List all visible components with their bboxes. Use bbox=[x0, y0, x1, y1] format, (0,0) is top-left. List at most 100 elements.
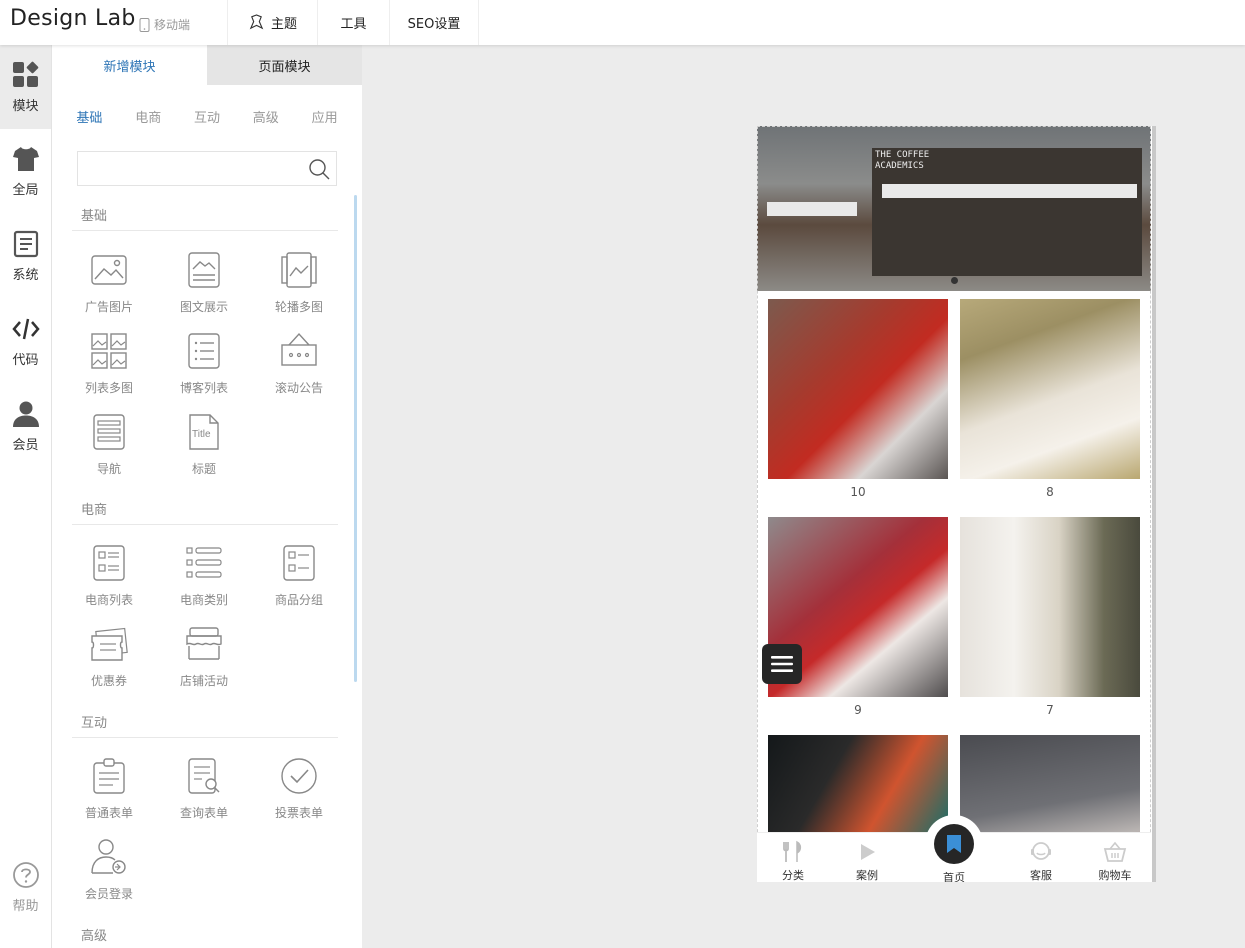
tab-cart-label: 购物车 bbox=[1098, 869, 1132, 882]
home-button[interactable] bbox=[925, 815, 983, 873]
phone-icon bbox=[139, 17, 150, 32]
rail-modules[interactable]: 模块 bbox=[0, 45, 51, 129]
rail-global-label: 全局 bbox=[12, 182, 39, 198]
service-icon bbox=[1031, 842, 1051, 860]
module-label: 店铺活动 bbox=[179, 674, 228, 688]
module-coupon[interactable]: 优惠券 bbox=[64, 622, 154, 702]
module-panel: 新增模块 页面模块 基础 电商 互动 高级 应用 基础 广告图片 图文展示 轮播… bbox=[52, 45, 362, 948]
module-carousel[interactable]: 轮播多图 bbox=[254, 248, 344, 328]
module-label: 标题 bbox=[191, 462, 216, 476]
module-vote-form[interactable]: 投票表单 bbox=[254, 754, 344, 834]
section-title-ecommerce: 电商 bbox=[81, 503, 108, 518]
module-label: 会员登录 bbox=[84, 887, 133, 901]
category-basic[interactable]: 基础 bbox=[76, 107, 102, 126]
module-blog-list[interactable]: 博客列表 bbox=[159, 329, 249, 409]
section-title-advanced: 高级 bbox=[81, 929, 108, 944]
topnav-seo-label: SEO设置 bbox=[407, 17, 461, 32]
member-login-icon bbox=[91, 839, 126, 874]
module-query-form[interactable]: 查询表单 bbox=[159, 754, 249, 834]
module-title[interactable]: Title 标题 bbox=[159, 410, 249, 490]
rail-code[interactable]: 代码 bbox=[0, 299, 51, 383]
rail-code-label: 代码 bbox=[12, 352, 39, 368]
floating-menu-button[interactable] bbox=[762, 644, 802, 684]
module-scroll-notice[interactable]: 滚动公告 bbox=[254, 329, 344, 409]
tab-cases-label: 案例 bbox=[856, 869, 878, 882]
play-icon bbox=[861, 844, 875, 860]
left-rail: 模块 全局 系统 代码 会员 帮助 bbox=[0, 45, 52, 948]
ecommerce-category-icon bbox=[186, 547, 222, 578]
cart-icon bbox=[1103, 841, 1127, 862]
module-label: 博客列表 bbox=[179, 381, 228, 395]
category-apps[interactable]: 应用 bbox=[312, 107, 338, 126]
navigation-icon bbox=[93, 414, 125, 450]
rail-system-label: 系统 bbox=[12, 267, 39, 283]
module-navigation[interactable]: 导航 bbox=[64, 410, 154, 490]
member-icon bbox=[12, 401, 39, 427]
top-nav: 主题 工具 SEO设置 bbox=[227, 0, 479, 45]
module-search-input[interactable] bbox=[77, 151, 337, 186]
topnav-tools-label: 工具 bbox=[340, 17, 367, 32]
code-icon bbox=[11, 318, 40, 339]
system-icon bbox=[13, 230, 38, 257]
module-label: 导航 bbox=[96, 462, 121, 476]
rail-member[interactable]: 会员 bbox=[0, 384, 51, 468]
module-ecommerce-category[interactable]: 电商类别 bbox=[159, 541, 249, 621]
panel-scrollbar[interactable] bbox=[354, 195, 357, 682]
tab-service[interactable]: 客服 bbox=[1011, 833, 1071, 882]
topnav-tools[interactable]: 工具 bbox=[317, 0, 389, 45]
preview-scrollbar[interactable] bbox=[1152, 126, 1156, 882]
module-label: 普通表单 bbox=[84, 806, 133, 820]
preview-frame bbox=[757, 126, 1151, 882]
checkmark-circle-icon bbox=[281, 758, 317, 794]
tab-cases[interactable]: 案例 bbox=[837, 833, 897, 882]
theme-icon bbox=[249, 14, 264, 30]
topnav-seo[interactable]: SEO设置 bbox=[389, 0, 479, 45]
module-label: 投票表单 bbox=[274, 806, 323, 820]
help-icon bbox=[12, 861, 39, 888]
module-label: 查询表单 bbox=[179, 806, 228, 820]
mobile-view-link[interactable]: 移动端 bbox=[139, 16, 190, 33]
tab-service-label: 客服 bbox=[1030, 869, 1052, 882]
image-text-icon bbox=[188, 252, 220, 288]
rail-help[interactable]: 帮助 bbox=[0, 845, 51, 929]
coupon-icon bbox=[91, 627, 128, 661]
module-product-group[interactable]: 商品分组 bbox=[254, 541, 344, 621]
home-button-inner bbox=[934, 824, 974, 864]
rail-global[interactable]: 全局 bbox=[0, 129, 51, 213]
module-label: 电商列表 bbox=[84, 593, 133, 607]
module-list-images[interactable]: 列表多图 bbox=[64, 329, 154, 409]
module-member-login[interactable]: 会员登录 bbox=[64, 835, 154, 915]
product-group-icon bbox=[283, 545, 315, 581]
category-ecommerce[interactable]: 电商 bbox=[135, 107, 161, 126]
module-label: 轮播多图 bbox=[274, 300, 323, 314]
category-icon bbox=[783, 840, 802, 862]
rail-member-label: 会员 bbox=[12, 437, 39, 453]
tab-page-module[interactable]: 页面模块 bbox=[207, 45, 362, 85]
topnav-theme[interactable]: 主题 bbox=[227, 0, 317, 45]
search-icon[interactable] bbox=[308, 158, 330, 180]
category-advanced[interactable]: 高级 bbox=[253, 107, 279, 126]
modules-icon bbox=[12, 61, 38, 87]
bookmark-icon bbox=[947, 835, 961, 853]
section-title-basic: 基础 bbox=[81, 209, 108, 224]
tab-cart[interactable]: 购物车 bbox=[1085, 833, 1145, 882]
tab-category[interactable]: 分类 bbox=[763, 833, 823, 882]
module-label: 商品分组 bbox=[274, 593, 323, 607]
tab-add-module[interactable]: 新增模块 bbox=[52, 45, 207, 85]
category-interactive[interactable]: 互动 bbox=[194, 107, 220, 126]
section-title-interactive: 互动 bbox=[81, 716, 108, 731]
module-store-activity[interactable]: 店铺活动 bbox=[159, 622, 249, 702]
module-form[interactable]: 普通表单 bbox=[64, 754, 154, 834]
title-doc-icon: Title bbox=[189, 414, 219, 450]
module-ad-image[interactable]: 广告图片 bbox=[64, 248, 154, 328]
svg-text:Title: Title bbox=[192, 429, 211, 440]
rail-modules-label: 模块 bbox=[12, 98, 39, 114]
carousel-icon bbox=[281, 252, 317, 288]
rail-system[interactable]: 系统 bbox=[0, 214, 51, 298]
module-label: 电商类别 bbox=[179, 593, 228, 607]
app-title: Design Lab bbox=[10, 6, 136, 31]
module-image-text[interactable]: 图文展示 bbox=[159, 248, 249, 328]
module-ecommerce-list[interactable]: 电商列表 bbox=[64, 541, 154, 621]
ad-image-icon bbox=[91, 255, 127, 285]
topnav-theme-label: 主题 bbox=[270, 17, 297, 32]
